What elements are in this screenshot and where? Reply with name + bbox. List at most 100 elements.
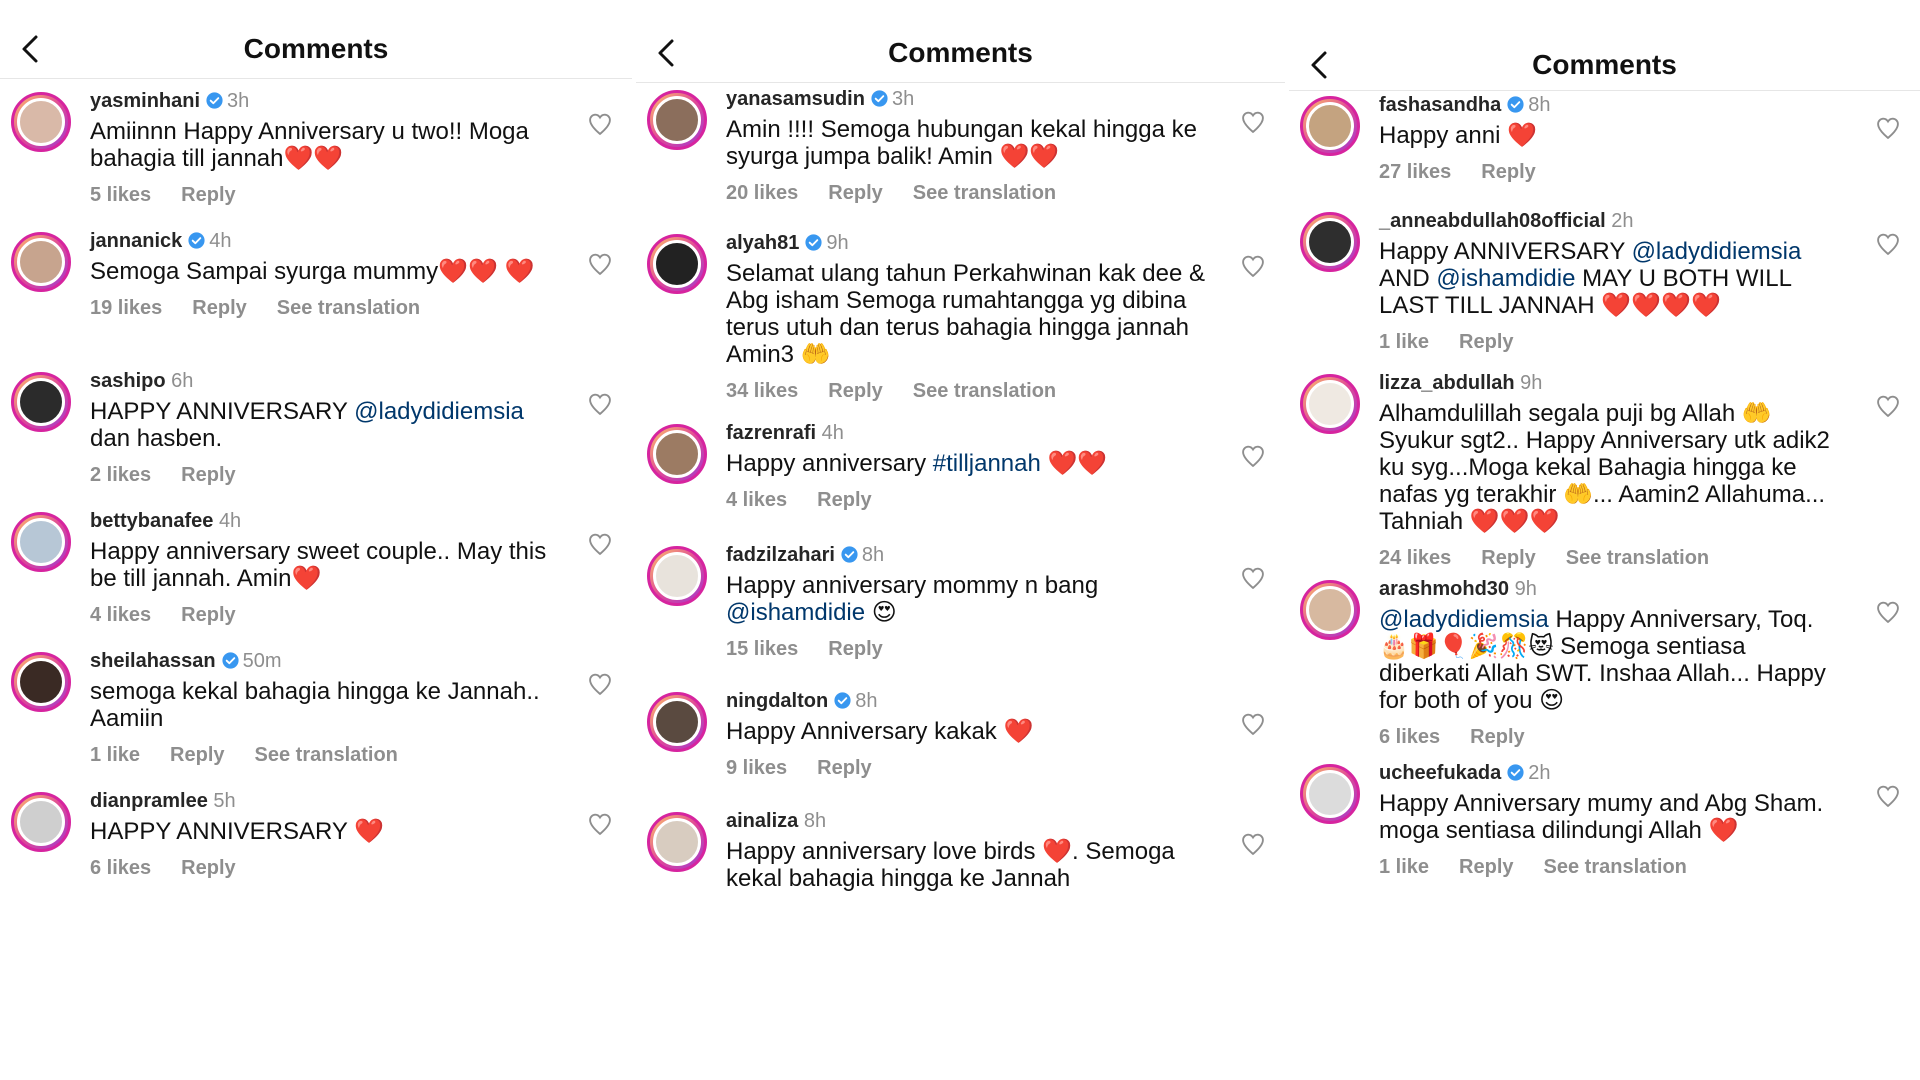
likes-count-link[interactable]: 6 likes: [90, 857, 151, 879]
reply-button[interactable]: Reply: [1481, 161, 1535, 183]
like-heart-icon[interactable]: [1874, 114, 1902, 142]
reply-button[interactable]: Reply: [817, 757, 871, 779]
reply-button[interactable]: Reply: [828, 380, 882, 402]
like-heart-icon[interactable]: [586, 250, 614, 278]
avatar[interactable]: [11, 232, 71, 292]
mention-link[interactable]: @ishamdidie: [1436, 265, 1575, 292]
likes-count-link[interactable]: 4 likes: [90, 604, 151, 626]
like-heart-icon[interactable]: [1874, 598, 1902, 626]
avatar[interactable]: [1300, 580, 1360, 640]
like-heart-icon[interactable]: [586, 810, 614, 838]
username-link[interactable]: jannanick: [90, 230, 182, 252]
back-button[interactable]: [1301, 47, 1337, 83]
like-heart-icon[interactable]: [1239, 442, 1267, 470]
likes-count-link[interactable]: 9 likes: [726, 757, 787, 779]
likes-count-link[interactable]: 24 likes: [1379, 547, 1451, 569]
likes-count-link[interactable]: 6 likes: [1379, 726, 1440, 748]
avatar[interactable]: [647, 692, 707, 752]
avatar[interactable]: [647, 812, 707, 872]
username-link[interactable]: arashmohd30: [1379, 578, 1509, 600]
like-heart-icon[interactable]: [586, 390, 614, 418]
reply-button[interactable]: Reply: [1459, 856, 1513, 878]
mention-link[interactable]: @ladydidiemsia: [1379, 606, 1549, 633]
hashtag-link[interactable]: #tilljannah: [933, 450, 1041, 477]
like-heart-icon[interactable]: [1874, 392, 1902, 420]
like-heart-icon[interactable]: [1874, 782, 1902, 810]
reply-button[interactable]: Reply: [828, 182, 882, 204]
reply-button[interactable]: Reply: [1470, 726, 1524, 748]
see-translation-button[interactable]: See translation: [277, 297, 420, 319]
see-translation-button[interactable]: See translation: [913, 182, 1056, 204]
avatar[interactable]: [1300, 212, 1360, 272]
like-heart-icon[interactable]: [1874, 230, 1902, 258]
username-link[interactable]: yasminhani: [90, 90, 200, 112]
username-link[interactable]: _anneabdullah08official: [1379, 210, 1606, 232]
avatar[interactable]: [647, 546, 707, 606]
reply-button[interactable]: Reply: [181, 857, 235, 879]
username-link[interactable]: alyah81: [726, 232, 799, 254]
see-translation-button[interactable]: See translation: [1544, 856, 1687, 878]
like-heart-icon[interactable]: [1239, 830, 1267, 858]
reply-button[interactable]: Reply: [1481, 547, 1535, 569]
reply-button[interactable]: Reply: [181, 464, 235, 486]
see-translation-button[interactable]: See translation: [1566, 547, 1709, 569]
avatar[interactable]: [11, 652, 71, 712]
likes-count-link[interactable]: 27 likes: [1379, 161, 1451, 183]
likes-count-link[interactable]: 15 likes: [726, 638, 798, 660]
like-heart-icon[interactable]: [586, 670, 614, 698]
avatar[interactable]: [11, 512, 71, 572]
mention-link[interactable]: @ladydidiemsia: [354, 398, 524, 425]
reply-button[interactable]: Reply: [1459, 331, 1513, 353]
avatar[interactable]: [11, 372, 71, 432]
username-link[interactable]: ucheefukada: [1379, 762, 1501, 784]
like-heart-icon[interactable]: [1239, 710, 1267, 738]
avatar-image: [1306, 586, 1354, 634]
like-heart-icon[interactable]: [1239, 108, 1267, 136]
username-link[interactable]: dianpramlee: [90, 790, 208, 812]
comment-text-segment: HAPPY ANNIVERSARY: [90, 398, 355, 425]
username-link[interactable]: ningdalton: [726, 690, 828, 712]
likes-count-link[interactable]: 1 like: [1379, 856, 1429, 878]
likes-count-link[interactable]: 2 likes: [90, 464, 151, 486]
mention-link[interactable]: @ladydidiemsia: [1632, 238, 1802, 265]
back-button[interactable]: [648, 35, 684, 71]
username-link[interactable]: fazrenrafi: [726, 422, 816, 444]
avatar[interactable]: [11, 792, 71, 852]
likes-count-link[interactable]: 5 likes: [90, 184, 151, 206]
likes-count-link[interactable]: 19 likes: [90, 297, 162, 319]
avatar[interactable]: [11, 92, 71, 152]
username-link[interactable]: fadzilzahari: [726, 544, 835, 566]
likes-count-link[interactable]: 20 likes: [726, 182, 798, 204]
like-heart-icon[interactable]: [1239, 252, 1267, 280]
avatar[interactable]: [647, 424, 707, 484]
reply-button[interactable]: Reply: [192, 297, 246, 319]
avatar[interactable]: [1300, 96, 1360, 156]
like-heart-icon[interactable]: [586, 530, 614, 558]
username-link[interactable]: ainaliza: [726, 810, 798, 832]
username-link[interactable]: sashipo: [90, 370, 166, 392]
back-button[interactable]: [12, 31, 48, 67]
like-heart-icon[interactable]: [1239, 564, 1267, 592]
likes-count-link[interactable]: 4 likes: [726, 489, 787, 511]
see-translation-button[interactable]: See translation: [255, 744, 398, 766]
reply-button[interactable]: Reply: [828, 638, 882, 660]
mention-link[interactable]: @ishamdidie: [726, 599, 865, 626]
avatar[interactable]: [647, 90, 707, 150]
see-translation-button[interactable]: See translation: [913, 380, 1056, 402]
reply-button[interactable]: Reply: [170, 744, 224, 766]
reply-button[interactable]: Reply: [181, 604, 235, 626]
username-link[interactable]: yanasamsudin: [726, 88, 865, 110]
likes-count-link[interactable]: 1 like: [90, 744, 140, 766]
username-link[interactable]: fashasandha: [1379, 94, 1501, 116]
likes-count-link[interactable]: 1 like: [1379, 331, 1429, 353]
username-link[interactable]: bettybanafee: [90, 510, 213, 532]
avatar[interactable]: [1300, 374, 1360, 434]
username-link[interactable]: sheilahassan: [90, 650, 216, 672]
like-heart-icon[interactable]: [586, 110, 614, 138]
avatar[interactable]: [647, 234, 707, 294]
likes-count-link[interactable]: 34 likes: [726, 380, 798, 402]
reply-button[interactable]: Reply: [181, 184, 235, 206]
avatar[interactable]: [1300, 764, 1360, 824]
username-link[interactable]: lizza_abdullah: [1379, 372, 1515, 394]
reply-button[interactable]: Reply: [817, 489, 871, 511]
